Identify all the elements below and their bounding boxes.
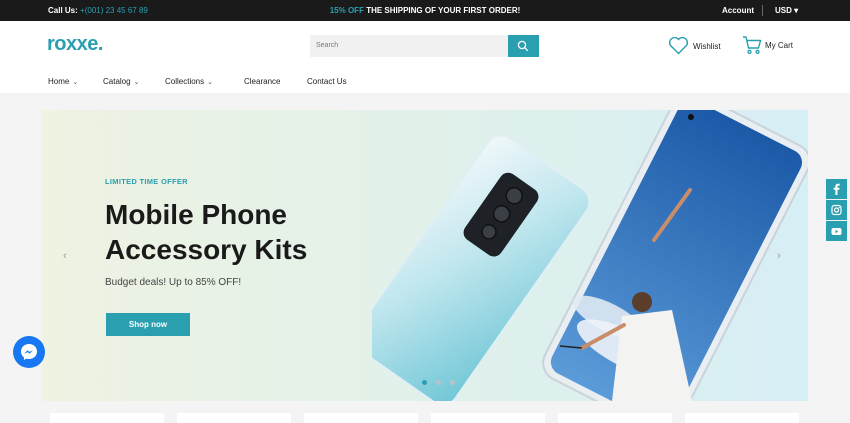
prev-slide-icon[interactable]: ‹ [63,250,67,262]
account-link[interactable]: Account [722,6,754,15]
header: roxxe. Search Wishlist My Cart Home ⌄ Cat… [0,21,850,93]
nav-item-catalog[interactable]: Catalog ⌄ [103,77,139,86]
messenger-chat-button[interactable] [13,336,45,368]
cart-label: My Cart [765,41,793,50]
search-bar: Search [310,35,540,57]
nav-item-home[interactable]: Home ⌄ [48,77,78,86]
search-button[interactable] [508,35,539,57]
currency-select[interactable]: USD ▾ [775,6,798,15]
next-slide-icon[interactable]: › [777,250,781,262]
top-bar: Call Us: +(001) 23 45 67 89 15% OFF THE … [0,0,850,21]
youtube-button[interactable] [826,221,847,241]
slider-dot[interactable] [422,380,427,385]
product-card[interactable] [50,413,164,423]
cart-icon [743,36,762,54]
messenger-icon [21,344,37,360]
nav-label: Clearance [244,77,281,86]
hero-slider: LIMITED TIME OFFER Mobile Phone Accessor… [42,110,808,401]
chevron-down-icon: ⌄ [72,79,79,86]
nav-label: Collections [165,77,205,86]
nav-label: Contact Us [307,77,347,86]
logo[interactable]: roxxe. [47,33,103,56]
nav-item-clearance[interactable]: Clearance [244,77,280,86]
hero-title-line: Accessory Kits [105,234,308,265]
instagram-icon [831,204,842,216]
currency-value: USD [775,6,792,15]
wishlist-label: Wishlist [693,42,721,51]
slider-dot[interactable] [436,380,441,385]
hero-eyebrow: LIMITED TIME OFFER [105,177,188,186]
hero-title: Mobile Phone Accessory Kits [105,197,307,267]
youtube-icon [831,228,842,235]
product-card[interactable] [431,413,545,423]
product-card[interactable] [177,413,291,423]
nav-item-contact[interactable]: Contact Us [307,77,347,86]
facebook-icon [833,183,840,195]
facebook-button[interactable] [826,179,847,199]
chevron-down-icon: ▾ [794,6,799,15]
hero-subtitle: Budget deals! Up to 85% OFF! [105,277,242,288]
nav-item-collections[interactable]: Collections ⌄ [165,77,213,86]
nav-label: Catalog [103,77,131,86]
search-icon [517,40,529,52]
heart-icon [668,36,689,55]
divider [762,5,763,16]
product-card[interactable] [558,413,672,423]
promo-text: THE SHIPPING OF YOUR FIRST ORDER! [366,6,521,15]
chevron-down-icon: ⌄ [207,79,214,86]
slider-dot[interactable] [450,380,455,385]
hero-phones-image [372,110,808,401]
search-input[interactable]: Search [310,35,508,57]
chevron-down-icon: ⌄ [133,79,140,86]
shop-now-button[interactable]: Shop now [106,313,190,336]
product-card[interactable] [685,413,799,423]
instagram-button[interactable] [826,200,847,220]
promo-highlight: 15% OFF [329,6,364,15]
hero-title-line: Mobile Phone [105,199,287,230]
product-card[interactable] [304,413,418,423]
nav-label: Home [48,77,70,86]
